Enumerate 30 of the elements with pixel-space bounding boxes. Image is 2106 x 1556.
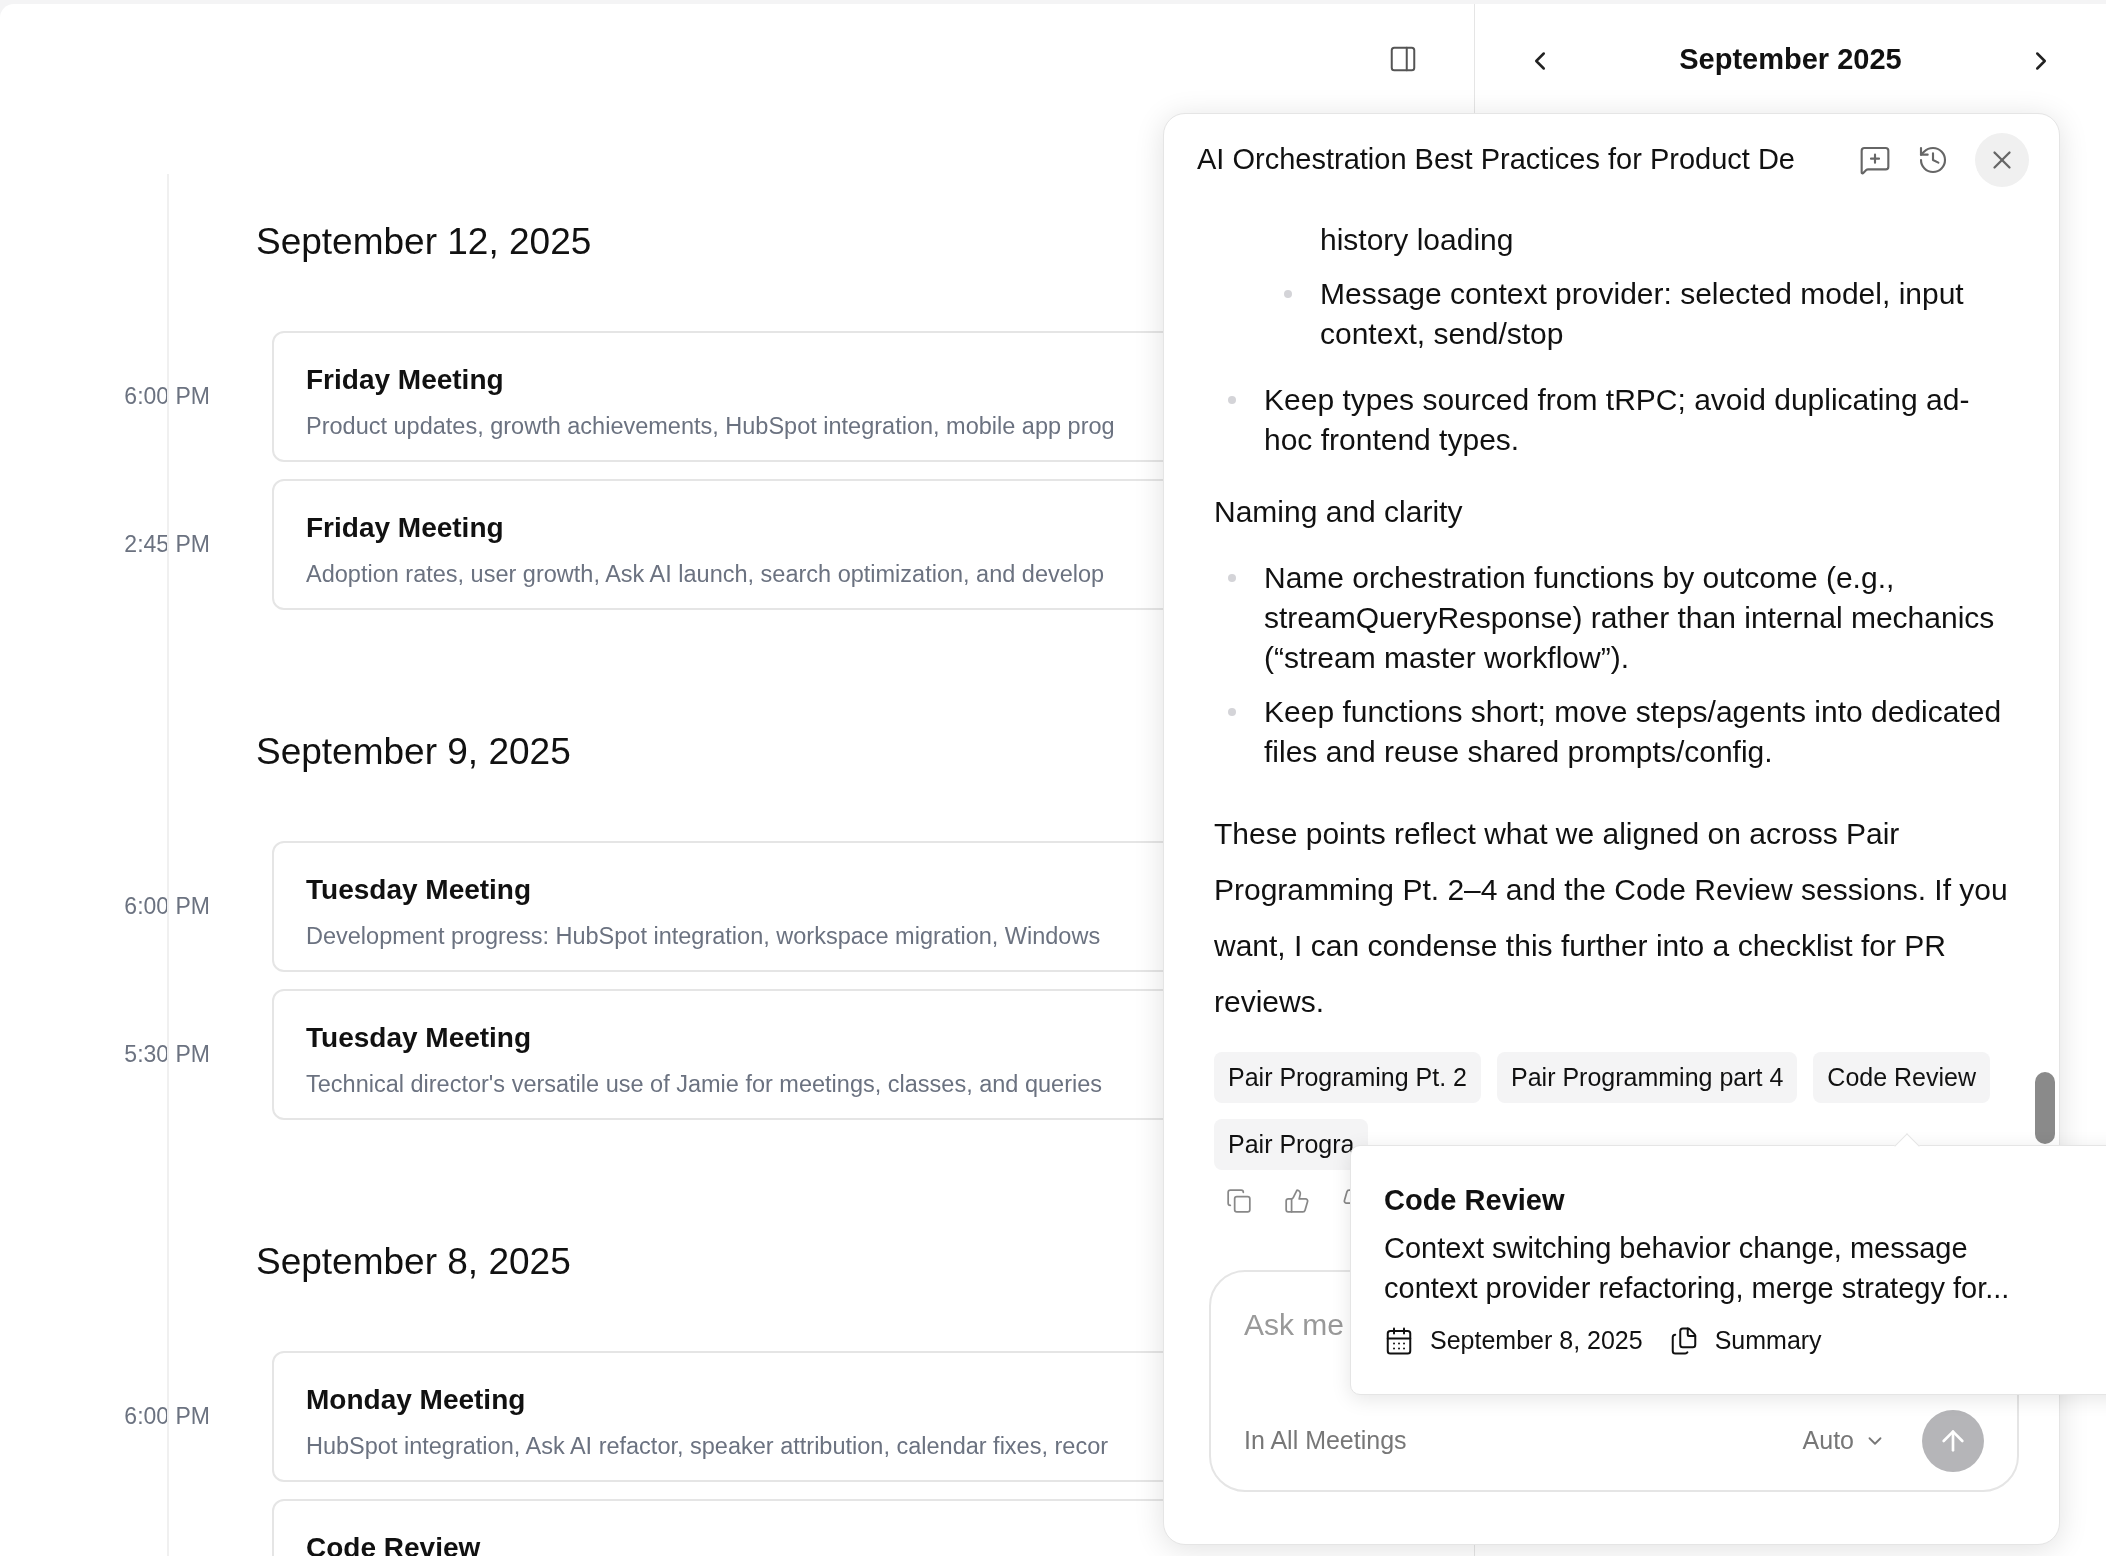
- answer-paragraph: These points reflect what we aligned on across Pair Programming Pt. 2–4 and the Code Review sessions. If you want, I can condense this further into a checklist for PR reviews.: [1214, 816, 2009, 1020]
- meeting-time: 5:30 PM: [124, 1041, 210, 1068]
- meeting-title: Tuesday Meeting: [306, 1021, 533, 1055]
- list-item-text: history loading: [1320, 222, 1514, 258]
- meeting-summary: HubSpot integration, Ask AI refactor, speaker attribution, calendar fixes, recor: [306, 1432, 1110, 1461]
- meeting-title: Friday Meeting: [306, 511, 505, 545]
- meeting-time: 6:00 PM: [124, 383, 210, 410]
- meeting-title: Friday Meeting: [306, 363, 505, 397]
- list-item-text: Message context provider: selected model, input context, send/stop: [1320, 276, 1965, 352]
- meeting-summary: Technical director's versatile use of Jamie for meetings, classes, and queries: [306, 1070, 1104, 1099]
- meeting-title: Tuesday Meeting: [306, 873, 533, 907]
- date-heading: September 8, 2025: [256, 1240, 572, 1284]
- section-heading: Naming and clarity: [1214, 494, 1464, 530]
- chat-title: AI Orchestration Best Practices for Product De: [1197, 142, 1796, 178]
- month-title: September 2025: [1679, 42, 1902, 77]
- meeting-summary: Adoption rates, user growth, Ask AI launch, search optimization, and develop: [306, 560, 1106, 589]
- meeting-summary: Development progress: HubSpot integration, workspace migration, Windows: [306, 922, 1102, 951]
- tooltip-title: Code Review: [1384, 1183, 1566, 1218]
- list-item-text: Keep functions short; move steps/agents into dedicated files and reuse shared prompts/config.: [1264, 694, 2003, 770]
- tooltip-date: September 8, 2025: [1430, 1325, 1643, 1356]
- meeting-time: 6:00 PM: [124, 1403, 210, 1430]
- meeting-time: 2:45 PM: [124, 531, 210, 558]
- tooltip-summary: Context switching behavior change, message context provider refactoring, merge strategy for...: [1384, 1231, 2011, 1306]
- list-item-text: Name orchestration functions by outcome (e.g., streamQueryResponse) rather than internal mechanics (“stream master workflow”).: [1264, 560, 1996, 676]
- meeting-time: 6:00 PM: [124, 893, 210, 920]
- list-item-text: Keep types sourced from tRPC; avoid duplicating ad-hoc frontend types.: [1264, 382, 1971, 458]
- meeting-title: Monday Meeting: [306, 1383, 527, 1417]
- date-heading: September 12, 2025: [256, 220, 593, 264]
- date-heading: September 9, 2025: [256, 730, 572, 774]
- meeting-summary: Product updates, growth achievements, HubSpot integration, mobile app prog: [306, 412, 1116, 441]
